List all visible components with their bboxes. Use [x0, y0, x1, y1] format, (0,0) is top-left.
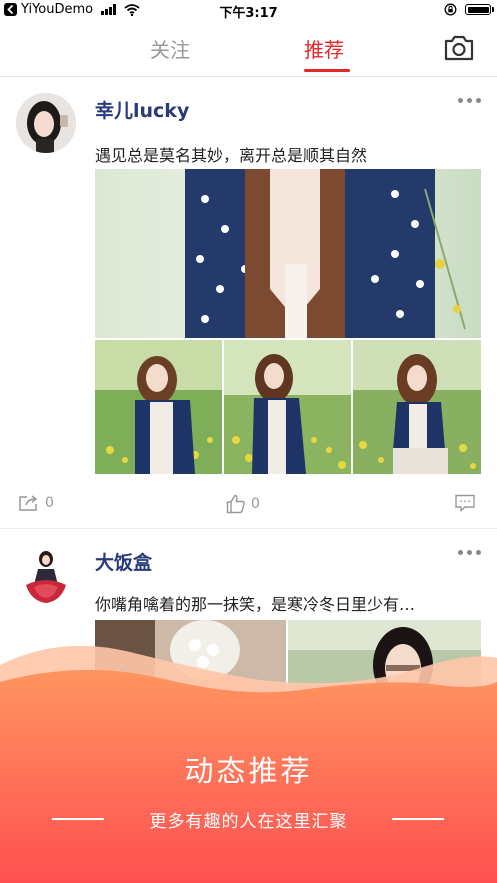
thumbs-up-icon	[226, 494, 245, 514]
banner-line-right	[392, 818, 444, 820]
post-username[interactable]: 幸儿lucky	[95, 96, 189, 123]
post-photo-thumb[interactable]	[353, 340, 481, 474]
status-bar: YiYouDemo 下午3:17	[0, 0, 497, 22]
more-options-icon[interactable]	[458, 550, 481, 555]
post-photo-thumb[interactable]	[224, 340, 351, 474]
post-username[interactable]: 大饭盒	[95, 548, 152, 575]
camera-icon[interactable]	[443, 34, 475, 62]
like-button[interactable]: 0	[226, 494, 260, 514]
orientation-lock-icon	[444, 3, 457, 16]
share-icon	[19, 495, 38, 511]
post-card: 幸儿lucky 遇见总是莫名其妙，离开总是顺其自然 0 0	[0, 76, 497, 530]
tab-follow[interactable]: 关注	[150, 34, 190, 63]
post-divider	[0, 528, 497, 529]
top-nav: 关注 推荐	[0, 22, 497, 77]
post-text: 你嘴角噙着的那一抹笑，是寒冷冬日里少有…	[95, 595, 416, 614]
active-tab-indicator	[304, 69, 350, 72]
avatar[interactable]	[16, 545, 76, 605]
like-count: 0	[251, 496, 260, 512]
post-photo-thumb[interactable]	[95, 340, 222, 474]
comment-icon	[455, 494, 475, 512]
share-button[interactable]: 0	[18, 494, 54, 512]
comment-button[interactable]	[455, 494, 475, 512]
post-text: 遇见总是莫名其妙，离开总是顺其自然	[95, 146, 368, 165]
battery-icon	[465, 4, 494, 15]
tab-recommend[interactable]: 推荐	[304, 34, 344, 63]
status-time: 下午3:17	[219, 6, 278, 21]
avatar[interactable]	[16, 93, 76, 153]
banner-title: 动态推荐	[184, 754, 313, 788]
post-photo-main[interactable]	[95, 169, 481, 338]
promo-banner[interactable]: 动态推荐 更多有趣的人在这里汇聚	[0, 640, 497, 883]
share-count: 0	[45, 495, 54, 511]
status-right	[444, 3, 494, 16]
banner-subtitle: 更多有趣的人在这里汇聚	[149, 812, 348, 832]
more-options-icon[interactable]	[458, 98, 481, 103]
